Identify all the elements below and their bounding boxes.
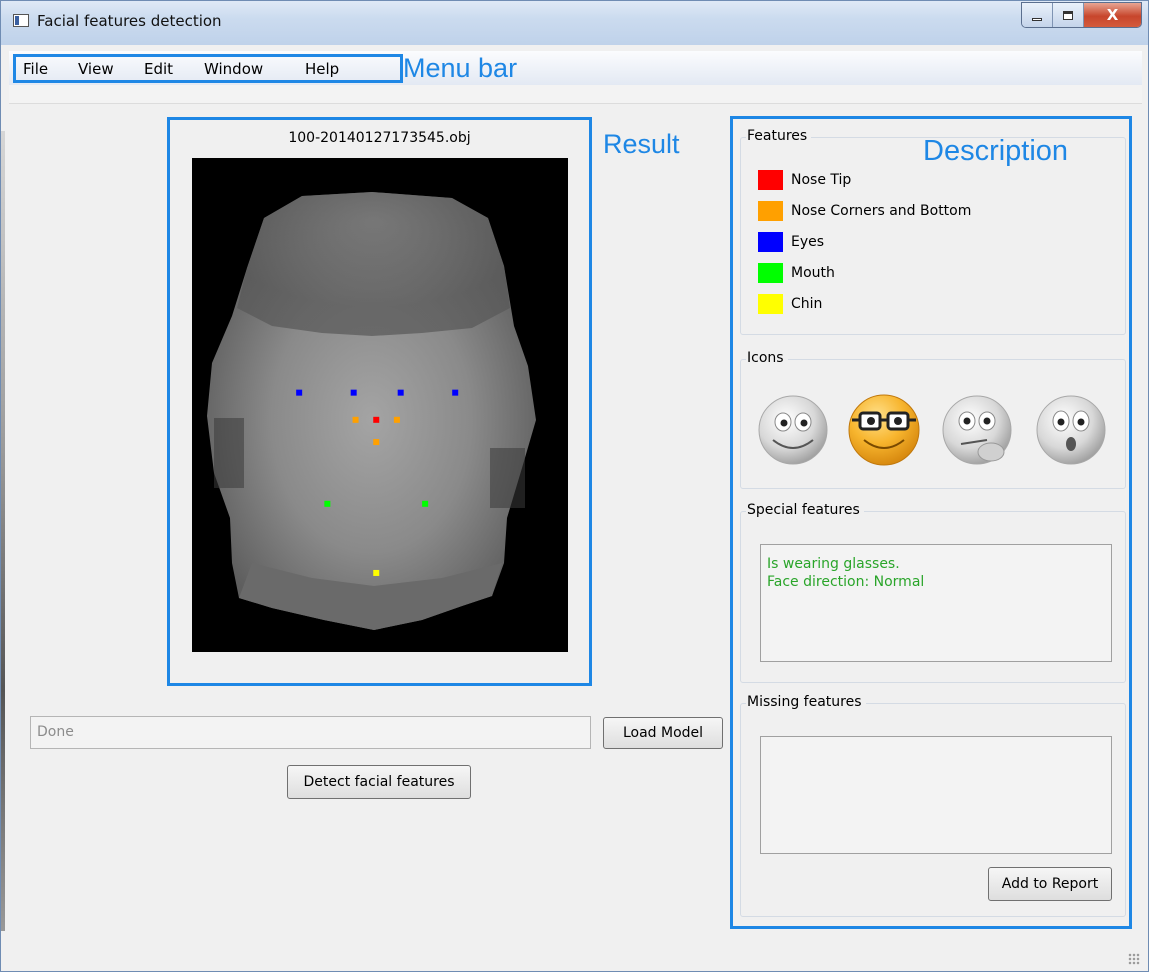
surprised-face-icon[interactable]: [1036, 395, 1106, 465]
chin-label: Chin: [791, 296, 823, 312]
cheek-shadow-right: [490, 448, 525, 508]
missing-features-box[interactable]: [760, 736, 1112, 854]
legend-chin: Chin: [758, 294, 822, 314]
mouth-label: Mouth: [791, 265, 835, 281]
eyes-point: [397, 389, 404, 396]
features-group-title: Features: [746, 128, 812, 144]
mouth-swatch: [758, 263, 783, 283]
neutral-face-icon[interactable]: [758, 395, 828, 465]
maximize-button[interactable]: [1053, 3, 1084, 27]
minimize-button[interactable]: [1022, 3, 1053, 27]
close-button[interactable]: X: [1084, 3, 1141, 27]
toolbar-strip: [9, 85, 1142, 104]
app-window: Facial features detection X File View Ed…: [0, 0, 1149, 972]
add-to-report-button[interactable]: Add to Report: [988, 867, 1112, 901]
detect-features-button[interactable]: Detect facial features: [287, 765, 471, 799]
model-filename: 100-20140127173545.obj: [288, 130, 471, 146]
nose-corners-label: Nose Corners and Bottom: [791, 203, 972, 219]
special-feature-line: Face direction: Normal: [767, 574, 925, 590]
forehead-shape: [237, 192, 510, 336]
maximize-icon: [1063, 10, 1073, 20]
thinking-face-icon[interactable]: [942, 395, 1012, 465]
glasses-face-icon[interactable]: [848, 394, 920, 466]
eyes-point: [296, 389, 303, 396]
nose-corners-swatch: [758, 201, 783, 221]
icons-group: Icons: [740, 350, 1126, 489]
result-panel: 100-20140127173545.obj: [167, 117, 592, 686]
load-model-button[interactable]: Load Model: [603, 717, 723, 749]
title-bar: Facial features detection X: [1, 1, 1148, 45]
nose-tip-point: [373, 416, 380, 423]
mouth-point: [324, 500, 331, 507]
resize-grip[interactable]: [1128, 953, 1140, 965]
special-features-title: Special features: [746, 502, 864, 518]
legend-mouth: Mouth: [758, 263, 835, 283]
result-annotation: Result: [603, 129, 680, 159]
special-features-box[interactable]: Is wearing glasses. Face direction: Norm…: [760, 544, 1112, 662]
nose-corners-bottom-point: [393, 416, 400, 423]
menu-bar-annotation: Menu bar: [403, 53, 518, 83]
icons-group-title: Icons: [746, 350, 788, 366]
eyes-label: Eyes: [791, 234, 825, 250]
expression-icons: [758, 394, 1106, 466]
window-controls: X: [1021, 2, 1142, 28]
close-icon: X: [1106, 6, 1119, 24]
chin-point: [373, 569, 380, 576]
special-feature-line: Is wearing glasses.: [767, 556, 900, 572]
missing-features-group: Missing features Add to Report: [740, 694, 1126, 917]
legend-eyes: Eyes: [758, 232, 824, 252]
face-depth-view: [192, 158, 568, 652]
app-icon: [13, 14, 29, 27]
nose-corners-bottom-point: [373, 439, 380, 446]
menu-bar: File View Edit Window Help: [9, 51, 1142, 85]
window-title: Facial features detection: [37, 12, 222, 30]
eyes-point: [452, 389, 459, 396]
features-group: Features Nose Tip Nose Corners and Botto…: [740, 128, 1126, 335]
eyes-swatch: [758, 232, 783, 252]
face-depth-map: [207, 192, 536, 630]
description-panel: Description Features Nose Tip Nose Corne…: [730, 116, 1132, 929]
window-edge: [1, 131, 5, 931]
mouth-point: [422, 500, 429, 507]
chin-swatch: [758, 294, 783, 314]
cheek-shadow-left: [214, 418, 244, 488]
minimize-icon: [1032, 17, 1042, 21]
eyes-point: [350, 389, 357, 396]
menu-bar-highlight: [13, 54, 403, 83]
legend-nose-corners: Nose Corners and Bottom: [758, 201, 971, 221]
nose-tip-swatch: [758, 170, 783, 190]
nose-tip-label: Nose Tip: [791, 172, 852, 188]
legend-nose-tip: Nose Tip: [758, 170, 851, 190]
missing-features-title: Missing features: [746, 694, 866, 710]
special-features-group: Special features Is wearing glasses. Fac…: [740, 502, 1126, 683]
status-field[interactable]: Done: [30, 716, 591, 749]
nose-corners-bottom-point: [352, 416, 359, 423]
